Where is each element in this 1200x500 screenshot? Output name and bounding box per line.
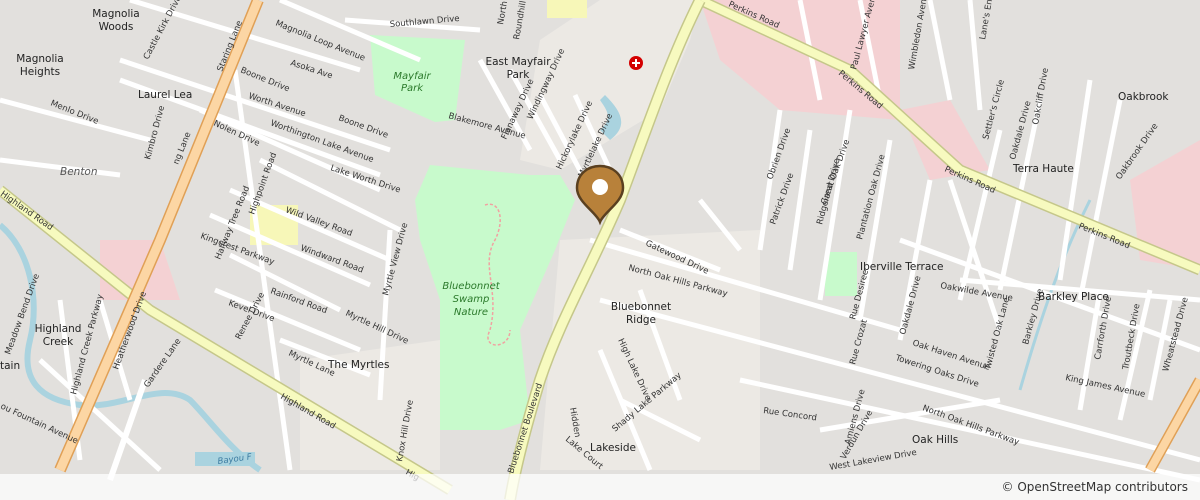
map-canvas[interactable]: Magnolia Woods Magnolia Heights Laurel Lea… bbox=[0, 0, 1200, 500]
school-area bbox=[547, 0, 587, 18]
place-terra-haute: Terra Haute bbox=[1012, 163, 1074, 175]
place-tain: tain bbox=[0, 360, 20, 372]
place-lakeside: Lakeside bbox=[590, 442, 636, 454]
attribution-bar: © OpenStreetMap contributors bbox=[0, 474, 1200, 500]
place-oak-hills: Oak Hills bbox=[912, 434, 958, 446]
place-oakbrook: Oakbrook bbox=[1118, 91, 1169, 103]
attribution-text[interactable]: © OpenStreetMap contributors bbox=[1002, 480, 1188, 494]
map-layer: Magnolia Woods Magnolia Heights Laurel Lea… bbox=[0, 0, 1200, 500]
place-magnolia-woods: Magnolia Woods bbox=[92, 8, 140, 33]
park-area bbox=[825, 252, 857, 296]
place-iberville-terrace: Iberville Terrace bbox=[860, 261, 944, 273]
place-magnolia-heights: Magnolia Heights bbox=[16, 53, 64, 78]
place-barkley-place: Barkley Place bbox=[1038, 291, 1109, 303]
place-laurel-lea: Laurel Lea bbox=[138, 89, 192, 101]
place-benton: Benton bbox=[60, 166, 98, 178]
